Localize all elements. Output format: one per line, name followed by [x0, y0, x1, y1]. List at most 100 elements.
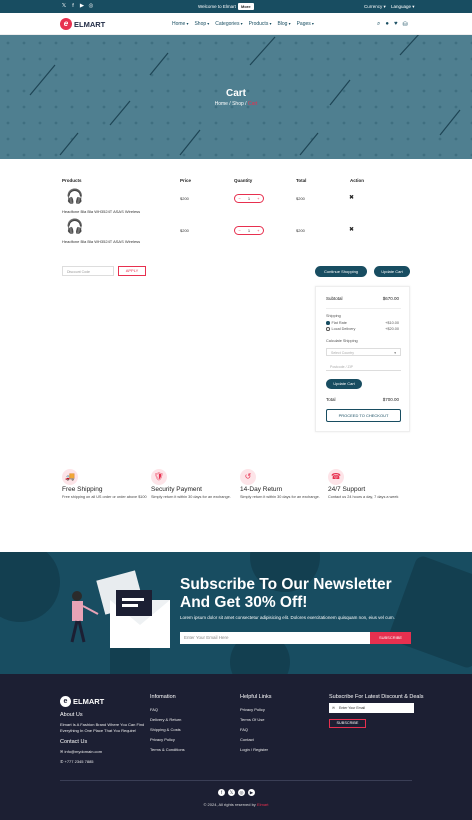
footer-logo[interactable]: e ELMART — [60, 696, 104, 707]
footer-subscribe-button[interactable]: SUBSCRIBE — [329, 719, 366, 728]
quantity-stepper[interactable]: − 1 + — [234, 226, 264, 235]
logo[interactable]: e ELMART — [60, 18, 105, 30]
quantity-stepper[interactable]: − 1 + — [234, 194, 264, 203]
product-name[interactable]: Headfone Bla Bla WH3524T ASAS Wireless — [62, 209, 140, 214]
instagram-icon[interactable]: ◎ — [238, 789, 245, 796]
currency-label: Currency — [364, 4, 383, 9]
subtotal-value: $670.00 — [382, 296, 399, 301]
footer-link[interactable]: Privacy Policy — [150, 737, 185, 742]
flat-rate-label: Flat Rate — [331, 321, 347, 325]
plus-icon[interactable]: + — [257, 228, 259, 233]
facebook-icon[interactable]: f — [70, 3, 76, 9]
breadcrumb-shop[interactable]: Shop — [232, 101, 244, 107]
bag-icon[interactable]: ⛁ — [403, 21, 408, 28]
more-button[interactable]: More — [238, 3, 254, 10]
x-icon[interactable]: 𝕏 — [61, 3, 67, 9]
radio-icon[interactable] — [326, 327, 330, 331]
contact-title: Contact Us — [60, 739, 88, 745]
mail-icon: ✉ — [332, 705, 335, 710]
footer-link[interactable]: Delivery & Return — [150, 717, 185, 722]
nav-blog[interactable]: Blog — [277, 21, 290, 27]
discount-code-input[interactable]: Discount Code — [62, 266, 114, 276]
footer-link[interactable]: Login / Register — [240, 747, 272, 752]
col-price: Price — [180, 178, 192, 183]
headset-icon: ☎ — [328, 469, 344, 485]
total-label: Total — [326, 397, 336, 402]
footer-link[interactable]: Shipping & Costs — [150, 727, 185, 732]
flat-rate-option[interactable]: Flat Rate — [326, 321, 347, 325]
nav-shop[interactable]: Shop — [194, 21, 209, 27]
apply-button[interactable]: APPLY — [118, 266, 146, 276]
postcode-input[interactable]: Postcode / ZIP — [326, 363, 401, 371]
divider — [326, 308, 401, 309]
decor-square — [387, 554, 472, 670]
newsletter-subscribe-button[interactable]: SUBSCRIBE — [370, 632, 411, 644]
footer-subscribe-title: Subscribe For Latest Discount & Deals — [329, 694, 424, 700]
local-delivery-option[interactable]: Local Delivery — [326, 327, 355, 331]
feature-desc: Simply return it within 30 days for an e… — [151, 495, 231, 499]
footer-email-input[interactable]: ✉ Enter Your Email — [329, 703, 414, 713]
feature-14-day-return: ↺ 14-Day Return Simply return it within … — [240, 469, 325, 500]
heart-icon[interactable]: ♥ — [394, 21, 398, 28]
feature-desc: Simply return it within 30 days for an e… — [240, 495, 320, 499]
remove-icon[interactable]: ✖ — [349, 226, 354, 233]
footer-link[interactable]: Contact — [240, 737, 272, 742]
radio-icon[interactable] — [326, 321, 330, 325]
nav-home[interactable]: Home — [172, 21, 188, 27]
headphone-icon[interactable]: 🎧 — [66, 188, 83, 205]
plus-icon[interactable]: + — [257, 196, 259, 201]
search-icon[interactable]: ⌕ — [377, 21, 380, 28]
newsletter-email-input[interactable]: Enter Your Email Here — [180, 632, 370, 644]
headphone-icon[interactable]: 🎧 — [66, 218, 83, 235]
nav-pages[interactable]: Pages — [297, 21, 314, 27]
footer-link[interactable]: Privacy Policy — [240, 707, 272, 712]
facebook-icon[interactable]: f — [218, 789, 225, 796]
total-value: $700.00 — [382, 397, 399, 402]
feature-24-7-support: ☎ 24/7 Support Contact us 24 hours a day… — [328, 469, 413, 500]
top-bar: 𝕏 f ▶ ◎ Welcome to Elmart More Currency … — [0, 0, 472, 13]
breadcrumb-home[interactable]: Home — [215, 101, 228, 107]
local-delivery-label: Local Delivery — [331, 327, 356, 331]
product-name[interactable]: Headfone Bla Bla WH3524T ASAS Wireless — [62, 239, 140, 244]
update-cart-button[interactable]: Update Cart — [326, 379, 362, 389]
youtube-icon[interactable]: ▶ — [79, 3, 85, 9]
quantity-value[interactable]: 1 — [248, 228, 250, 233]
proceed-to-checkout-button[interactable]: PROCEED TO CHECKOUT — [326, 409, 401, 422]
copyright-brand-link[interactable]: Elmart — [257, 802, 269, 807]
continue-shopping-button[interactable]: Continue Shopping — [315, 266, 367, 277]
footer-link[interactable]: FAQ — [150, 707, 185, 712]
quantity-value[interactable]: 1 — [248, 196, 250, 201]
instagram-icon[interactable]: ◎ — [88, 3, 94, 9]
contact-phone[interactable]: ✆ +777 2345 7885 — [60, 759, 145, 764]
local-delivery-value: +$20.00 — [385, 327, 399, 331]
user-icon[interactable]: ● — [385, 21, 389, 28]
mail-icon: ✉ — [60, 749, 64, 754]
truck-icon: 🚚 — [62, 469, 78, 485]
language-dropdown[interactable]: Language ▾ — [391, 4, 415, 10]
minus-icon[interactable]: − — [239, 228, 241, 233]
footer-link[interactable]: FAQ — [240, 727, 272, 732]
contact-email[interactable]: ✉ info@mydomain.com — [60, 749, 145, 754]
x-icon[interactable]: 𝕏 — [228, 789, 235, 796]
email-text: info@mydomain.com — [64, 749, 103, 754]
feature-free-shipping: 🚚 Free Shipping Free shipping on all US … — [62, 469, 147, 500]
nav-products[interactable]: Products — [249, 21, 272, 27]
product-price: $200 — [180, 196, 189, 201]
footer-link[interactable]: Terms Of Use — [240, 717, 272, 722]
minus-icon[interactable]: − — [239, 196, 241, 201]
decor-circle — [0, 552, 60, 622]
update-cart-button[interactable]: Update Cart — [374, 266, 410, 277]
country-select[interactable]: Select Country ▾ — [326, 348, 401, 356]
nav-categories[interactable]: Categories — [215, 21, 242, 27]
footer-link[interactable]: Terms & Conditions — [150, 747, 185, 752]
breadcrumb-current: Cart — [247, 101, 258, 107]
phone-text: +777 2345 7885 — [64, 759, 94, 764]
remove-icon[interactable]: ✖ — [349, 194, 354, 201]
footer-helpful-links: Helpful Links Privacy Policy Terms Of Us… — [240, 694, 272, 757]
newsletter-title: Subscribe To Our Newsletter And Get 30% O… — [180, 576, 430, 612]
youtube-icon[interactable]: ▶ — [248, 789, 255, 796]
table-row: 🎧 Headfone Bla Bla WH3524T ASAS Wireless… — [62, 218, 382, 246]
col-quantity: Quantity — [234, 178, 253, 183]
currency-dropdown[interactable]: Currency ▾ — [364, 4, 386, 10]
subtotal-label: Subtotal — [326, 296, 343, 301]
